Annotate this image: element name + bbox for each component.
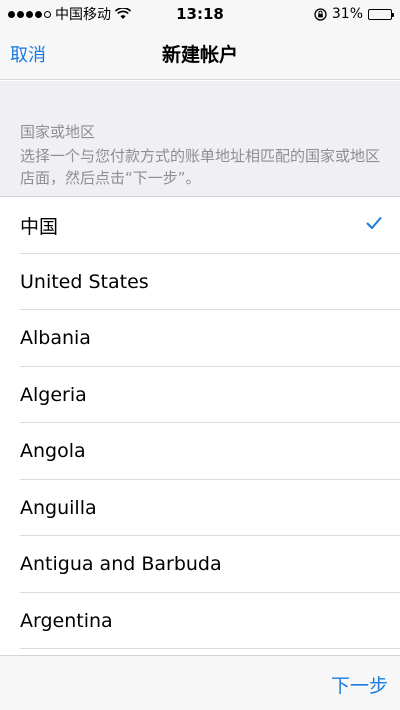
section-header: 国家或地区	[20, 123, 96, 141]
battery-percent: 31%	[331, 6, 363, 22]
bottom-toolbar: 下一步	[0, 655, 400, 710]
country-item-argentina[interactable]: Argentina	[0, 593, 400, 650]
status-right: 31%	[314, 6, 394, 22]
country-item-albania[interactable]: Albania	[0, 310, 400, 367]
country-item-angola[interactable]: Angola	[0, 423, 400, 480]
country-item-united-states[interactable]: United States	[0, 254, 400, 311]
carrier-label: 中国移动	[55, 7, 111, 23]
country-label: Antigua and Barbuda	[20, 553, 222, 576]
checkmark-icon	[366, 217, 382, 229]
country-label: 中国	[20, 215, 59, 238]
signal-dots-icon	[8, 10, 51, 18]
country-list: 中国 United States Albania Algeria Angola …	[0, 197, 400, 649]
battery-icon	[368, 8, 394, 20]
section-description: 选择一个与您付款方式的账单地址相匹配的国家或地区店面，然后点击“下一步”。	[20, 147, 381, 187]
info-section: 国家或地区 选择一个与您付款方式的账单地址相匹配的国家或地区店面，然后点击“下一…	[0, 81, 400, 197]
country-label: Algeria	[20, 383, 87, 406]
country-label: Anguilla	[20, 496, 97, 519]
country-label: Albania	[20, 327, 91, 350]
next-button[interactable]: 下一步	[331, 671, 388, 698]
rotation-lock-icon	[314, 7, 327, 21]
country-label: Argentina	[20, 609, 113, 632]
status-bar: 中国移动 13:18 31%	[0, 0, 400, 28]
country-item-china[interactable]: 中国	[0, 197, 400, 254]
wifi-icon	[115, 8, 131, 19]
country-item-anguilla[interactable]: Anguilla	[0, 480, 400, 537]
country-label: Angola	[20, 440, 86, 463]
country-label: United States	[20, 270, 149, 293]
country-item-algeria[interactable]: Algeria	[0, 367, 400, 424]
page-title: 新建帐户	[161, 44, 238, 66]
status-left: 中国移动	[8, 4, 131, 24]
country-item-antigua-and-barbuda[interactable]: Antigua and Barbuda	[0, 536, 400, 593]
cancel-button[interactable]: 取消	[10, 41, 46, 67]
nav-bar: 取消 新建帐户	[0, 28, 400, 80]
